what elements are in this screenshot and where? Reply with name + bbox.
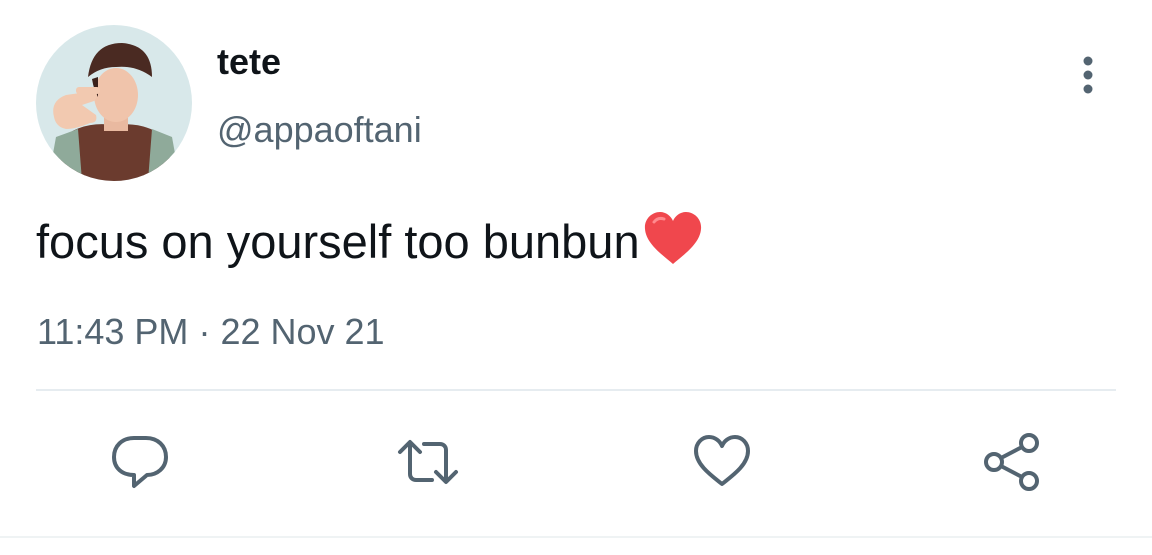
author-handle[interactable]: @appaoftani bbox=[217, 108, 422, 152]
more-options-button[interactable] bbox=[1068, 52, 1108, 102]
avatar-photo bbox=[36, 25, 192, 181]
author-display-name[interactable]: tete bbox=[217, 40, 281, 84]
reply-button[interactable] bbox=[108, 430, 172, 494]
heart-outline-icon bbox=[694, 435, 750, 486]
bottom-divider bbox=[0, 536, 1152, 538]
reply-icon bbox=[112, 436, 168, 488]
tweet-timestamp: 11:43 PM · 22 Nov 21 bbox=[37, 310, 385, 354]
tweet-text: focus on yourself too bunbun bbox=[36, 210, 704, 280]
retweet-button[interactable] bbox=[396, 430, 460, 494]
author-avatar[interactable] bbox=[36, 25, 192, 181]
red-heart-emoji-icon bbox=[642, 210, 704, 280]
tweet-time[interactable]: 11:43 PM bbox=[37, 311, 188, 352]
timestamp-separator: · bbox=[198, 311, 211, 352]
share-icon bbox=[984, 433, 1039, 491]
retweet-icon bbox=[398, 440, 458, 484]
more-vertical-icon bbox=[1083, 56, 1093, 94]
like-button[interactable] bbox=[690, 430, 754, 494]
tweet-date[interactable]: 22 Nov 21 bbox=[220, 311, 384, 352]
divider bbox=[36, 389, 1116, 391]
share-button[interactable] bbox=[982, 430, 1046, 494]
tweet-text-content: focus on yourself too bunbun bbox=[36, 215, 640, 268]
